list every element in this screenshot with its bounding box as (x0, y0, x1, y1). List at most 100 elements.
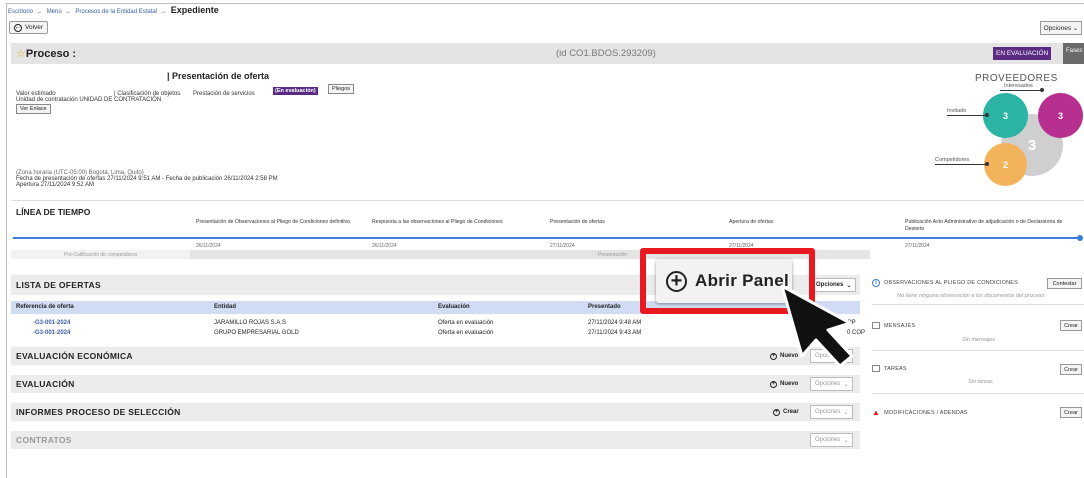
timeline-date-3: 27/11/2024 (550, 243, 575, 249)
timeline-title: LÍNEA DE TIEMPO (16, 207, 91, 217)
back-arrow-icon: ← (14, 23, 22, 32)
offer-date: 27/11/2024 9:43 AM (588, 330, 642, 336)
view-link-button[interactable]: Ver Enlace (16, 104, 51, 114)
breadcrumb-menu[interactable]: Menú (47, 9, 62, 15)
col-eval[interactable]: Evaluación (438, 304, 470, 310)
status-badge: EN EVALUACIÓN (993, 47, 1052, 60)
presentation-title: | Presentación de oferta (167, 71, 270, 81)
tasks-header: TAREAS (872, 365, 907, 372)
messages-empty: Sin mensajes (962, 337, 996, 343)
pliegos-button[interactable]: Pliegos (328, 84, 355, 94)
warning-icon: ▲ (872, 408, 881, 417)
invited-leader-line (947, 115, 987, 116)
divider (872, 350, 1084, 351)
reports-title: INFORMES PROCESO DE SELECCIÓN (16, 407, 181, 417)
table-row[interactable]: -G3-001-2024 GRUPO EMPRESARIAL GOLD Ofer… (11, 327, 865, 337)
offer-entity: JARAMILLO ROJAS S.A.S (214, 320, 287, 326)
contracts-title: CONTRATOS (16, 435, 72, 445)
plus-circle-icon: + (666, 270, 687, 292)
timeline-pre-label: Pré-Calificación de competidores (64, 252, 138, 258)
tasks-create-button[interactable]: Crear (1060, 364, 1082, 375)
unit-line: Unidad de contratación UNIDAD DE CONTRAT… (16, 97, 162, 103)
contracts-options-label: Opciones (815, 437, 841, 443)
reports-create-button[interactable]: + Crear (769, 405, 803, 419)
tasks-title: TAREAS (884, 365, 907, 372)
timeline-step-5: Publicación Acto Administrativo de adjud… (905, 219, 1063, 232)
reports-options-button[interactable]: Opciones ⌄ (810, 405, 854, 419)
interested-leader-line (1000, 90, 1042, 91)
reports-options-label: Opciones (815, 409, 841, 415)
breadcrumb: Escritorio → Menú → Procesos de la Entidad… (8, 5, 219, 15)
providers-invited-bubble[interactable]: 3 (983, 93, 1028, 138)
providers-competitors-bubble[interactable]: 2 (984, 143, 1027, 186)
back-label: Volver (25, 24, 44, 31)
info-icon: i (872, 279, 880, 287)
breadcrumb-current: Expediente (170, 5, 219, 15)
invited-label: Invitado (947, 108, 967, 114)
process-title: ☆Proceso : (16, 48, 77, 60)
mouse-cursor-icon (780, 284, 854, 368)
col-ref[interactable]: Referencia de oferta (16, 304, 74, 310)
timeline-date-1: 26/11/2024 (196, 243, 221, 249)
chevron-down-icon: ⌄ (1072, 25, 1079, 32)
timeline-step-4: Apertura de ofertas (729, 219, 774, 225)
invited-leader-dot (985, 113, 989, 117)
reply-button[interactable]: Contestar (1047, 278, 1082, 289)
divider (11, 200, 1084, 201)
opening-date: Apertura 27/11/2024 9:52 AM (16, 182, 94, 188)
amendments-title: MODIFICACIONES / ADENDAS (884, 409, 968, 416)
providers-interested-bubble[interactable]: 3 (1038, 93, 1083, 138)
timeline-date-5: 27/11/2024 (905, 243, 930, 249)
messages-create-button[interactable]: Crear (1060, 320, 1082, 331)
process-header: ☆Proceso : (id CO1.BDOS.293209) EN EVALU… (11, 43, 1084, 64)
contracts-section: CONTRATOS Opciones ⌄ (11, 431, 860, 449)
observations-title: OBSERVACIONES AL PLIEGO DE CONDICIONES (884, 280, 1019, 286)
status-tag: (En evaluación) (273, 87, 318, 95)
envelope-icon (872, 322, 880, 329)
timeline-date-2: 26/11/2024 (372, 243, 397, 249)
plus-circle-icon: + (773, 408, 780, 416)
offer-entity: GRUPO EMPRESARIAL GOLD (214, 330, 299, 336)
process-id: (id CO1.BDOS.293209) (556, 48, 656, 59)
economic-eval-title: EVALUACIÓN ECONÓMICA (16, 351, 133, 361)
table-row[interactable]: -G3-001-2024 JARAMILLO ROJAS S.A.S Ofert… (11, 317, 860, 327)
phases-tab[interactable]: Fases (1063, 43, 1084, 64)
economic-eval-section: EVALUACIÓN ECONÓMICA +Nuevo Opciones⌄ (11, 347, 860, 365)
offer-eval: Oferta en evaluación (438, 330, 494, 336)
col-entity[interactable]: Entidad (214, 304, 236, 310)
star-icon[interactable]: ☆ (16, 48, 26, 60)
evaluation-title: EVALUACIÓN (16, 379, 75, 389)
reports-create-label: Crear (783, 409, 799, 415)
divider (872, 304, 1084, 305)
messages-title: MENSAJES (884, 322, 916, 329)
timeline-step-2: Respuesta a las observaciones al Pliego … (372, 219, 503, 225)
options-button-top[interactable]: Opciones ⌄ (1040, 21, 1082, 35)
offer-ref-link[interactable]: -G3-001-2024 (33, 330, 70, 336)
evaluation-section: EVALUACIÓN + Nuevo Opciones ⌄ (11, 375, 860, 393)
task-list-icon (872, 365, 880, 372)
reports-section: INFORMES PROCESO DE SELECCIÓN + Crear Opc… (11, 403, 860, 421)
timeline-presented-label: Presentación (598, 252, 628, 258)
interested-leader-dot (1040, 88, 1044, 92)
breadcrumb-escritorio[interactable]: Escritorio (8, 9, 33, 15)
service-label: Prestación de servicios (193, 91, 255, 97)
observations-empty: No tiene ninguna observación a los docum… (897, 293, 1045, 299)
messages-header: MENSAJES (872, 322, 915, 329)
breadcrumb-procesos[interactable]: Procesos de la Entidad Estatal (75, 9, 157, 15)
chevron-down-icon: ⌄ (843, 409, 849, 416)
offer-date: 27/11/2024 9:48 AM (588, 320, 642, 326)
amendments-create-button[interactable]: Crear (1060, 407, 1082, 418)
timeline-progress-bar (13, 237, 1081, 239)
contracts-options-button[interactable]: Opciones ⌄ (810, 433, 854, 447)
offer-eval: Oferta en evaluación (438, 320, 494, 326)
tasks-empty: Sin tareas (968, 379, 993, 385)
offer-ref-link[interactable]: -G3-001-2024 (33, 320, 70, 326)
timeline-step-3: Presentación de ofertas (550, 219, 605, 225)
competitors-label: Competidores (935, 157, 970, 163)
col-presented[interactable]: Presentado (588, 304, 621, 310)
back-button[interactable]: ← Volver (9, 21, 49, 34)
competitors-leader-dot (985, 162, 989, 166)
amendments-header: ▲ MODIFICACIONES / ADENDAS (872, 408, 968, 417)
timeline-step-1: Presentación de Observaciones al Pliego … (196, 219, 350, 225)
interested-label: Interesados (1004, 83, 1033, 89)
